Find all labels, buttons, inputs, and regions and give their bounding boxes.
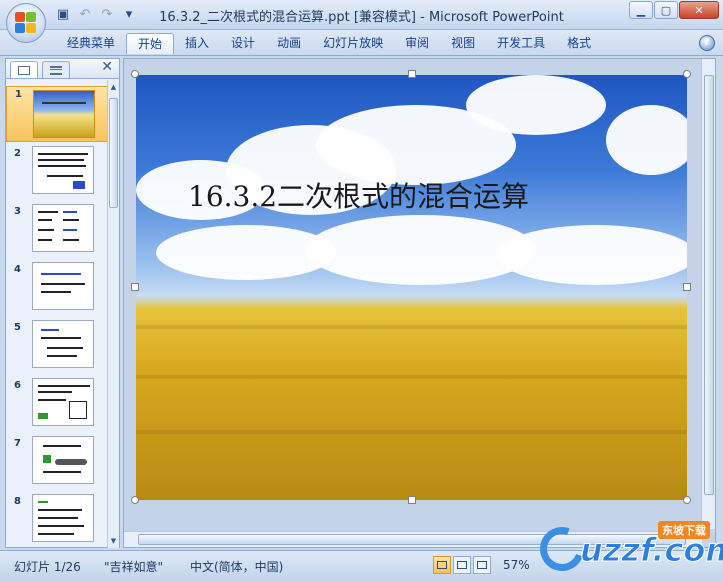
close-button[interactable]: ✕ xyxy=(679,1,719,19)
help-icon[interactable]: ? xyxy=(699,35,715,51)
slide-number: 6 xyxy=(14,380,21,391)
maximize-button[interactable]: ▢ xyxy=(654,1,678,19)
slide-sorter-icon xyxy=(457,561,467,569)
slideshow-button[interactable] xyxy=(473,556,491,574)
title-bar: ▣ ↶ ↷ ▾ 16.3.2_二次根式的混合运算.ppt [兼容模式] - Mi… xyxy=(0,0,723,30)
watermark-badge: 东坡下载 xyxy=(658,521,710,539)
current-slide[interactable]: 16.3.2二次根式的混合运算 xyxy=(136,75,687,500)
minimize-button[interactable]: ▁ xyxy=(629,1,653,19)
normal-view-icon xyxy=(437,561,447,569)
sky-cloud xyxy=(496,225,687,285)
resize-handle[interactable] xyxy=(408,496,416,504)
tab-outline[interactable] xyxy=(42,61,70,78)
ribbon-tabs: 经典菜单 开始 插入 设计 动画 幻灯片放映 审阅 视图 开发工具 格式 xyxy=(56,33,602,54)
slide-thumbnails: 1 2 3 4 5 6 7 8 xyxy=(6,80,109,548)
tab-insert[interactable]: 插入 xyxy=(174,33,220,54)
slide-preview xyxy=(32,494,94,542)
resize-handle[interactable] xyxy=(131,283,139,291)
scrollbar-thumb[interactable] xyxy=(704,75,714,495)
slide-thumbnail-2[interactable]: 2 xyxy=(6,146,109,202)
slide-number: 5 xyxy=(14,322,21,333)
window-controls: ▁ ▢ ✕ xyxy=(629,1,719,19)
slide-thumbnail-6[interactable]: 6 xyxy=(6,378,109,434)
site-watermark: uzzf.com 东坡下载 xyxy=(532,519,723,579)
language-indicator[interactable]: 中文(简体，中国) xyxy=(190,558,283,575)
tab-view[interactable]: 视图 xyxy=(440,33,486,54)
slides-panel: ✕ 1 2 3 4 5 6 7 8 ▲ ▼ xyxy=(5,58,120,548)
scroll-down-icon[interactable]: ▼ xyxy=(109,535,118,547)
sky-cloud xyxy=(466,75,606,135)
resize-handle[interactable] xyxy=(683,283,691,291)
slide-number: 2 xyxy=(14,148,21,159)
slide-thumbnail-5[interactable]: 5 xyxy=(6,320,109,376)
slide-number: 4 xyxy=(14,264,21,275)
theme-name: "吉祥如意" xyxy=(104,560,164,574)
window-title: 16.3.2_二次根式的混合运算.ppt [兼容模式] - Microsoft … xyxy=(159,10,564,25)
slide-number: 7 xyxy=(14,438,21,449)
resize-handle[interactable] xyxy=(131,70,139,78)
slide-counter: 幻灯片 1/26 xyxy=(14,560,81,574)
scrollbar-thumb[interactable] xyxy=(109,98,118,208)
outline-view-icon xyxy=(50,65,62,75)
slide-number: 8 xyxy=(14,496,21,507)
ribbon: 经典菜单 开始 插入 设计 动画 幻灯片放映 审阅 视图 开发工具 格式 ? xyxy=(0,30,723,56)
tab-animations[interactable]: 动画 xyxy=(266,33,312,54)
tab-developer[interactable]: 开发工具 xyxy=(486,33,556,54)
slide-preview xyxy=(32,146,94,194)
slide-preview xyxy=(32,320,94,368)
sky-cloud xyxy=(606,105,687,175)
slide-thumbnail-8[interactable]: 8 xyxy=(6,494,109,548)
slide-number: 3 xyxy=(14,206,21,217)
slides-panel-scrollbar[interactable]: ▲ ▼ xyxy=(107,80,119,548)
resize-handle[interactable] xyxy=(683,496,691,504)
normal-view-button[interactable] xyxy=(433,556,451,574)
slide-thumbnail-1[interactable]: 1 xyxy=(6,86,109,142)
view-buttons xyxy=(433,556,491,574)
office-button[interactable] xyxy=(6,3,46,43)
tab-slideshow[interactable]: 幻灯片放映 xyxy=(312,33,394,54)
slides-view-icon xyxy=(18,65,30,75)
tab-home[interactable]: 开始 xyxy=(126,33,175,54)
slide-editor: 16.3.2二次根式的混合运算 xyxy=(123,58,716,548)
slide-title[interactable]: 16.3.2二次根式的混合运算 xyxy=(188,175,529,215)
tab-slides[interactable] xyxy=(10,61,38,78)
slide-preview xyxy=(32,204,94,252)
resize-handle[interactable] xyxy=(683,70,691,78)
panel-close-icon[interactable]: ✕ xyxy=(101,59,113,75)
slide-preview xyxy=(33,90,95,138)
scroll-up-icon[interactable]: ▲ xyxy=(109,81,118,93)
resize-handle[interactable] xyxy=(131,496,139,504)
office-logo-icon xyxy=(15,12,37,34)
slide-thumbnail-7[interactable]: 7 xyxy=(6,436,109,492)
slide-thumbnail-3[interactable]: 3 xyxy=(6,204,109,260)
tab-review[interactable]: 审阅 xyxy=(394,33,440,54)
tab-classic-menu[interactable]: 经典菜单 xyxy=(56,33,126,54)
slideshow-icon xyxy=(477,561,487,569)
tab-design[interactable]: 设计 xyxy=(220,33,266,54)
tab-format[interactable]: 格式 xyxy=(556,33,602,54)
vertical-scrollbar[interactable] xyxy=(701,59,715,529)
slide-number: 1 xyxy=(15,89,22,100)
zoom-level[interactable]: 57% xyxy=(503,558,530,572)
slide-preview xyxy=(32,378,94,426)
slide-sorter-button[interactable] xyxy=(453,556,471,574)
slide-preview xyxy=(32,262,94,310)
slide-preview xyxy=(32,436,94,484)
panel-tabs: ✕ xyxy=(6,59,119,79)
resize-handle[interactable] xyxy=(408,70,416,78)
slide-thumbnail-4[interactable]: 4 xyxy=(6,262,109,318)
